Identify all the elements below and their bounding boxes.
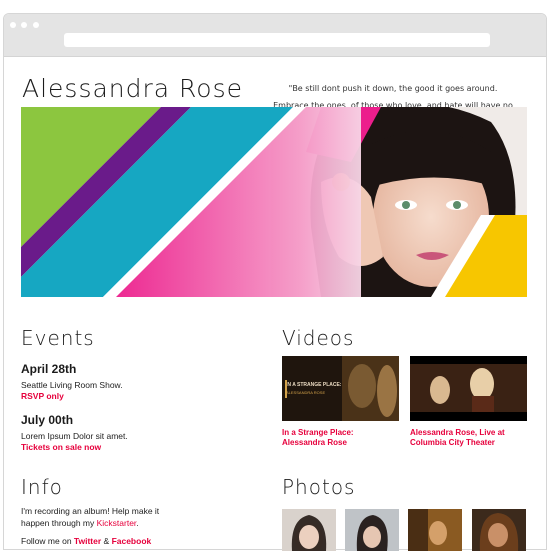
video-thumbnail[interactable]: IN A STRANGE PLACE: ALESSANDRA ROSE [282, 356, 399, 421]
photo-thumbnail[interactable] [472, 509, 526, 551]
info-heading: Info [21, 475, 63, 499]
video-thumbnail[interactable] [410, 356, 527, 421]
video-caption[interactable]: In a Strange Place: Alessandra Rose [282, 428, 399, 448]
event-item: July 00th Lorem Ipsum Dolor sit amet. Ti… [21, 413, 221, 452]
video-item[interactable]: Alessandra Rose, Live at Columbia City T… [410, 356, 527, 448]
thumb-title-text: IN A STRANGE PLACE: [286, 382, 342, 388]
photo-thumbnail[interactable] [408, 509, 462, 551]
info-line-3: Follow me on Twitter & Facebook [21, 536, 152, 546]
facebook-link[interactable]: Facebook [112, 536, 152, 546]
hero-graphic [21, 107, 527, 297]
site-title[interactable]: Alessandra Rose [22, 74, 243, 103]
photos-heading: Photos [282, 475, 356, 499]
tickets-link[interactable]: Tickets on sale now [21, 442, 221, 452]
rsvp-link[interactable]: RSVP only [21, 391, 221, 401]
event-description: Seattle Living Room Show. [21, 380, 123, 390]
hero-banner [21, 107, 527, 297]
window-close-dot[interactable] [10, 22, 16, 28]
video-caption[interactable]: Alessandra Rose, Live at Columbia City T… [410, 428, 527, 448]
browser-chrome [4, 14, 546, 57]
event-date: April 28th [21, 362, 77, 376]
event-date: July 00th [21, 413, 74, 427]
address-bar[interactable] [64, 33, 490, 47]
window-maximize-dot[interactable] [33, 22, 39, 28]
window-minimize-dot[interactable] [21, 22, 27, 28]
photo-thumbnail[interactable] [282, 509, 336, 551]
thumb-subtitle-text: ALESSANDRA ROSE [286, 390, 326, 395]
kickstarter-link[interactable]: Kickstarter [97, 518, 137, 528]
info-text: I'm recording an album! Help make it hap… [21, 505, 221, 547]
events-heading: Events [21, 326, 95, 350]
video-item[interactable]: IN A STRANGE PLACE: ALESSANDRA ROSE In a… [282, 356, 399, 448]
event-description: Lorem Ipsum Dolor sit amet. [21, 431, 128, 441]
info-line-1: I'm recording an album! Help make it [21, 506, 160, 516]
twitter-link[interactable]: Twitter [74, 536, 101, 546]
event-item: April 28th Seattle Living Room Show. RSV… [21, 362, 221, 401]
videos-heading: Videos [282, 326, 355, 350]
photo-thumbnail[interactable] [345, 509, 399, 551]
info-line-2: happen through my Kickstarter. [21, 518, 139, 528]
